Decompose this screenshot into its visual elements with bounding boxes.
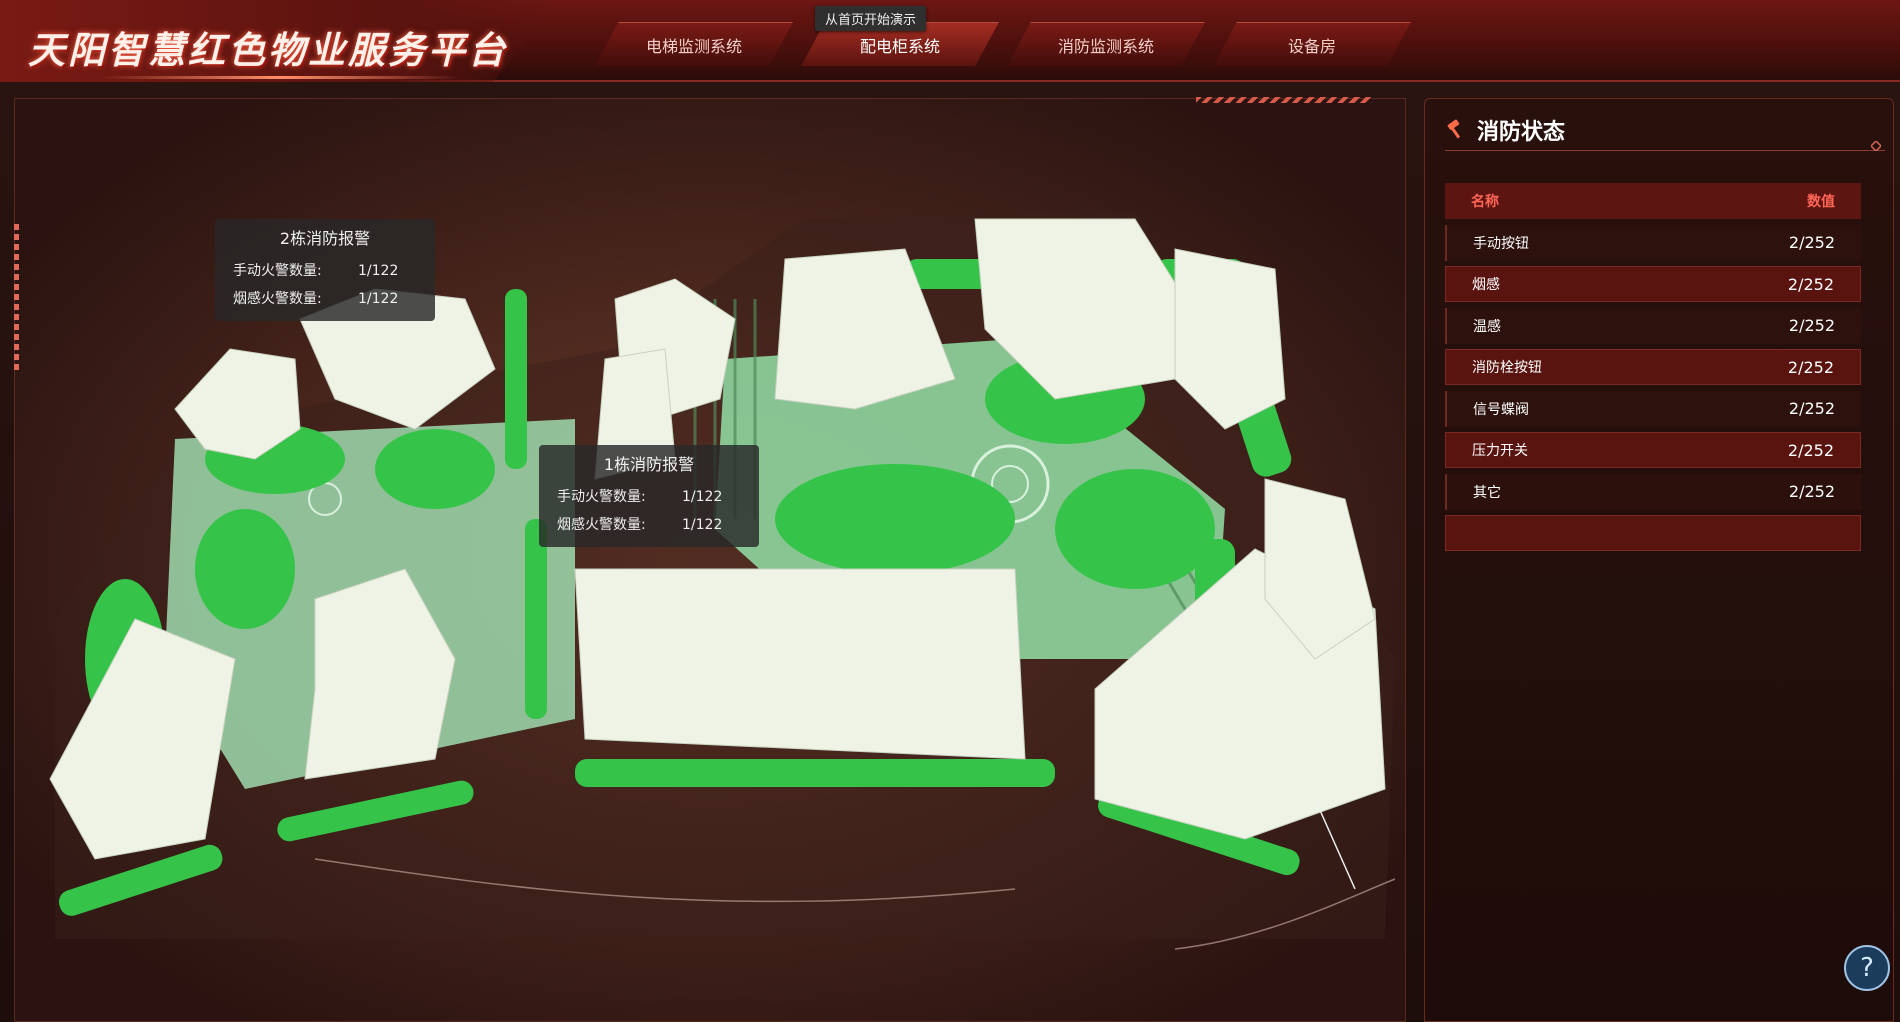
row-value: 2/252 bbox=[1787, 440, 1834, 460]
scene-corner-decoration bbox=[1196, 97, 1372, 103]
table-row[interactable]: 手动按钮 2/252 bbox=[1445, 224, 1861, 261]
popup-row-label: 烟感火警数量: bbox=[557, 517, 646, 533]
campus-3d-scene[interactable]: 2栋消防报警 手动火警数量: 1/122 烟感火警数量: 1/122 1栋消防报… bbox=[14, 98, 1406, 1022]
fire-status-table: 名称 数值 手动按钮 2/252 烟感 2/252 温感 2/252 消防栓按钮… bbox=[1445, 183, 1861, 557]
popup-row-value: 1/122 bbox=[358, 291, 399, 307]
scene-side-decoration bbox=[14, 220, 19, 370]
row-name: 温感 bbox=[1473, 318, 1501, 335]
popup-title: 2栋消防报警 bbox=[279, 229, 371, 248]
building-2-fire-alarm-popup[interactable]: 2栋消防报警 手动火警数量: 1/122 烟感火警数量: 1/122 bbox=[215, 219, 435, 321]
nav-tabs: 电梯监测系统 配电柜系统 消防监测系统 设备房 bbox=[595, 22, 1411, 66]
title-underline bbox=[100, 76, 460, 79]
fire-status-panel: 消防状态 名称 数值 手动按钮 2/252 烟感 2/252 温感 2/252 bbox=[1424, 98, 1894, 1022]
tab-fire-monitoring[interactable]: 消防监测系统 bbox=[1007, 22, 1205, 66]
table-header: 名称 数值 bbox=[1445, 183, 1861, 219]
table-row[interactable]: 温感 2/252 bbox=[1445, 307, 1861, 344]
tab-elevator-monitoring[interactable]: 电梯监测系统 bbox=[595, 22, 793, 66]
row-name: 信号蝶阀 bbox=[1473, 401, 1529, 418]
panel-title: 消防状态 bbox=[1477, 119, 1566, 145]
row-value: 2/252 bbox=[1788, 482, 1835, 501]
popup-row-label: 手动火警数量: bbox=[557, 489, 646, 505]
row-value: 2/252 bbox=[1788, 233, 1835, 252]
row-name: 烟感 bbox=[1472, 277, 1500, 293]
app-root: 天阳智慧红色物业服务平台 电梯监测系统 配电柜系统 消防监测系统 设备房 从首页… bbox=[0, 0, 1900, 1022]
popup-row-value: 1/122 bbox=[358, 263, 399, 279]
row-name: 消防栓按钮 bbox=[1472, 360, 1542, 376]
app-title: 天阳智慧红色物业服务平台 bbox=[28, 28, 508, 72]
popup-row: 烟感火警数量: 1/122 bbox=[233, 285, 417, 313]
diamond-icon bbox=[1871, 141, 1881, 151]
popup-row: 手动火警数量: 1/122 bbox=[233, 257, 417, 285]
popup-row-value: 1/122 bbox=[682, 517, 723, 533]
popup-row: 手动火警数量: 1/122 bbox=[557, 483, 741, 511]
help-button[interactable]: ? bbox=[1844, 945, 1890, 991]
popup-row-label: 手动火警数量: bbox=[233, 263, 322, 279]
row-value: 2/252 bbox=[1787, 357, 1834, 377]
table-row-empty bbox=[1445, 515, 1861, 551]
building-1-fire-alarm-popup[interactable]: 1栋消防报警 手动火警数量: 1/122 烟感火警数量: 1/122 bbox=[539, 445, 759, 547]
popup-row-value: 1/122 bbox=[682, 489, 723, 505]
tab-equipment-room[interactable]: 设备房 bbox=[1213, 22, 1411, 66]
row-value: 2/252 bbox=[1787, 274, 1834, 294]
row-name: 其它 bbox=[1473, 484, 1501, 501]
table-row[interactable]: 消防栓按钮 2/252 bbox=[1445, 349, 1861, 385]
row-name: 压力开关 bbox=[1472, 443, 1528, 459]
table-row[interactable]: 压力开关 2/252 bbox=[1445, 432, 1861, 468]
panel-header: 消防状态 bbox=[1445, 109, 1885, 151]
row-value: 2/252 bbox=[1788, 316, 1835, 335]
hammer-icon bbox=[1447, 118, 1461, 138]
popup-row: 烟感火警数量: 1/122 bbox=[557, 511, 741, 539]
top-header: 天阳智慧红色物业服务平台 电梯监测系统 配电柜系统 消防监测系统 设备房 从首页… bbox=[0, 0, 1900, 82]
column-header-value: 数值 bbox=[1807, 194, 1835, 210]
popup-title: 1栋消防报警 bbox=[603, 455, 695, 474]
row-name: 手动按钮 bbox=[1473, 235, 1529, 252]
table-row[interactable]: 烟感 2/252 bbox=[1445, 266, 1861, 302]
table-row[interactable]: 其它 2/252 bbox=[1445, 473, 1861, 510]
popup-row-label: 烟感火警数量: bbox=[233, 291, 322, 307]
demo-tooltip[interactable]: 从首页开始演示 bbox=[815, 6, 927, 31]
table-row[interactable]: 信号蝶阀 2/252 bbox=[1445, 390, 1861, 427]
row-value: 2/252 bbox=[1788, 399, 1835, 418]
column-header-name: 名称 bbox=[1471, 194, 1499, 210]
